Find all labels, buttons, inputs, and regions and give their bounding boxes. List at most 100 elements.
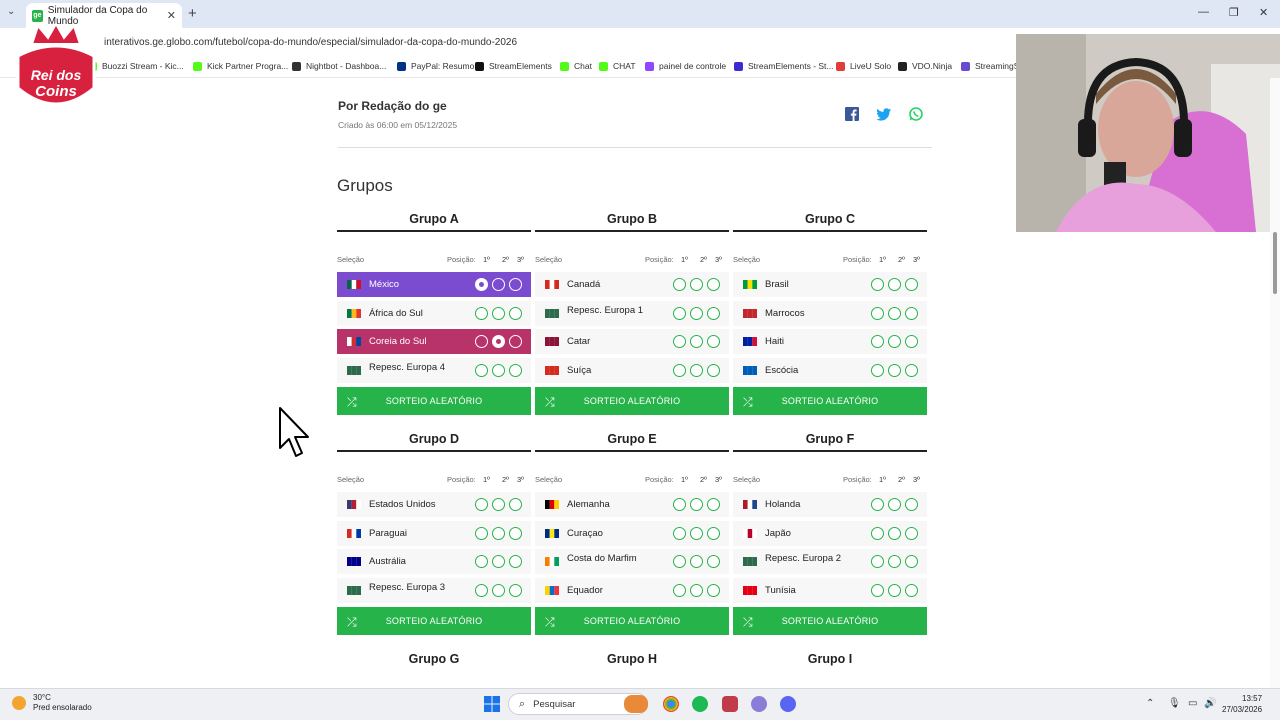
position-2-radio[interactable] (888, 555, 901, 569)
position-2-radio[interactable] (888, 364, 901, 378)
random-draw-button[interactable]: ⤮ SORTEIO ALEATÓRIO (535, 387, 729, 416)
bookmark-item[interactable]: painel de controle (645, 61, 726, 71)
bookmark-item[interactable]: LiveU Solo (836, 61, 891, 71)
random-draw-button[interactable]: ⤮ SORTEIO ALEATÓRIO (337, 607, 531, 636)
position-1-radio[interactable] (871, 364, 884, 378)
position-3-radio[interactable] (509, 335, 522, 349)
position-3-radio[interactable] (509, 498, 522, 511)
tab-close-icon[interactable]: ✕ (167, 9, 176, 22)
microphone-icon[interactable]: 🎙 (1168, 698, 1181, 709)
random-draw-button[interactable]: ⤮ SORTEIO ALEATÓRIO (733, 387, 927, 416)
position-2-radio[interactable] (690, 306, 703, 320)
position-1-radio[interactable] (673, 498, 686, 511)
position-1-radio[interactable] (475, 335, 488, 349)
volume-icon[interactable]: 🔊 (1204, 698, 1216, 709)
team-row[interactable]: México (337, 272, 531, 297)
team-row[interactable]: Coreia do Sul (337, 329, 531, 355)
team-row[interactable]: Haiti (733, 329, 927, 355)
windows-start-icon[interactable] (484, 696, 500, 712)
team-row[interactable]: Paraguai (337, 520, 531, 546)
spotify-icon[interactable] (692, 696, 708, 712)
page-scrollbar[interactable] (1270, 78, 1280, 688)
position-3-radio[interactable] (509, 526, 522, 540)
obs-icon[interactable] (751, 696, 767, 712)
team-row[interactable]: Repesc. Europa 4 (337, 358, 531, 384)
team-row[interactable]: Estados Unidos (337, 492, 531, 517)
position-2-radio[interactable] (690, 526, 703, 540)
position-1-radio[interactable] (475, 584, 488, 598)
position-2-radio[interactable] (690, 555, 703, 569)
tab-list-icon[interactable]: ⌄ (7, 6, 15, 17)
team-row[interactable]: Japão (733, 520, 927, 546)
team-row[interactable]: Brasil (733, 272, 927, 297)
position-3-radio[interactable] (905, 584, 918, 598)
position-3-radio[interactable] (905, 335, 918, 349)
position-3-radio[interactable] (707, 278, 720, 291)
minimize-icon[interactable]: — (1198, 6, 1209, 18)
team-row[interactable]: Escócia (733, 358, 927, 384)
bookmark-item[interactable]: StreamElements (475, 61, 552, 71)
network-icon[interactable]: ▭ (1188, 698, 1197, 709)
team-row[interactable]: Alemanha (535, 492, 729, 517)
position-1-radio[interactable] (871, 278, 884, 291)
bookmark-item[interactable]: Kick Partner Progra... (193, 61, 288, 71)
position-2-radio[interactable] (888, 584, 901, 598)
position-2-radio[interactable] (492, 526, 505, 540)
position-2-radio[interactable] (492, 335, 505, 349)
position-3-radio[interactable] (707, 584, 720, 598)
bookmark-item[interactable]: Buozzi Stream - Kic... (88, 61, 184, 71)
position-1-radio[interactable] (871, 306, 884, 320)
position-2-radio[interactable] (492, 584, 505, 598)
team-row[interactable]: África do Sul (337, 300, 531, 326)
team-row[interactable]: Suíça (535, 358, 729, 384)
position-1-radio[interactable] (673, 555, 686, 569)
position-2-radio[interactable] (492, 278, 505, 291)
position-3-radio[interactable] (905, 364, 918, 378)
scrollbar-thumb[interactable] (1273, 232, 1277, 294)
weather-widget[interactable]: 30°C Pred ensolarado (12, 693, 92, 713)
team-row[interactable]: Repesc. Europa 3 (337, 578, 531, 604)
position-3-radio[interactable] (707, 335, 720, 349)
taskbar-clock[interactable]: 13:57 27/03/2026 (1222, 693, 1262, 715)
window-close-icon[interactable]: ✕ (1259, 6, 1268, 19)
position-3-radio[interactable] (905, 526, 918, 540)
position-3-radio[interactable] (509, 584, 522, 598)
position-1-radio[interactable] (475, 555, 488, 569)
random-draw-button[interactable]: ⤮ SORTEIO ALEATÓRIO (535, 607, 729, 636)
team-row[interactable]: Holanda (733, 492, 927, 517)
random-draw-button[interactable]: ⤮ SORTEIO ALEATÓRIO (337, 387, 531, 416)
position-2-radio[interactable] (690, 498, 703, 511)
position-3-radio[interactable] (707, 306, 720, 320)
position-1-radio[interactable] (871, 555, 884, 569)
position-2-radio[interactable] (492, 555, 505, 569)
position-2-radio[interactable] (690, 335, 703, 349)
position-3-radio[interactable] (707, 555, 720, 569)
bookmark-item[interactable]: StreamingS (961, 61, 1019, 71)
bookmark-item[interactable]: Chat (560, 61, 592, 71)
position-1-radio[interactable] (871, 498, 884, 511)
team-row[interactable]: Costa do Marfim (535, 549, 729, 575)
position-3-radio[interactable] (707, 498, 720, 511)
position-1-radio[interactable] (673, 364, 686, 378)
twitter-icon[interactable] (877, 107, 891, 121)
position-2-radio[interactable] (888, 526, 901, 540)
position-2-radio[interactable] (888, 335, 901, 349)
random-draw-button[interactable]: ⤮ SORTEIO ALEATÓRIO (733, 607, 927, 636)
position-2-radio[interactable] (888, 278, 901, 291)
app-icon[interactable] (722, 696, 738, 712)
position-1-radio[interactable] (673, 526, 686, 540)
position-3-radio[interactable] (707, 364, 720, 378)
position-2-radio[interactable] (888, 306, 901, 320)
team-row[interactable]: Tunísia (733, 578, 927, 604)
position-1-radio[interactable] (871, 584, 884, 598)
position-1-radio[interactable] (475, 526, 488, 540)
bookmark-item[interactable]: StreamElements - St... (734, 61, 834, 71)
team-row[interactable]: Marrocos (733, 300, 927, 326)
position-2-radio[interactable] (492, 498, 505, 511)
team-row[interactable]: Equador (535, 578, 729, 604)
position-2-radio[interactable] (492, 364, 505, 378)
position-2-radio[interactable] (690, 364, 703, 378)
team-row[interactable]: Curaçao (535, 520, 729, 546)
bookmark-item[interactable]: Nightbot - Dashboa... (292, 61, 386, 71)
position-1-radio[interactable] (871, 526, 884, 540)
